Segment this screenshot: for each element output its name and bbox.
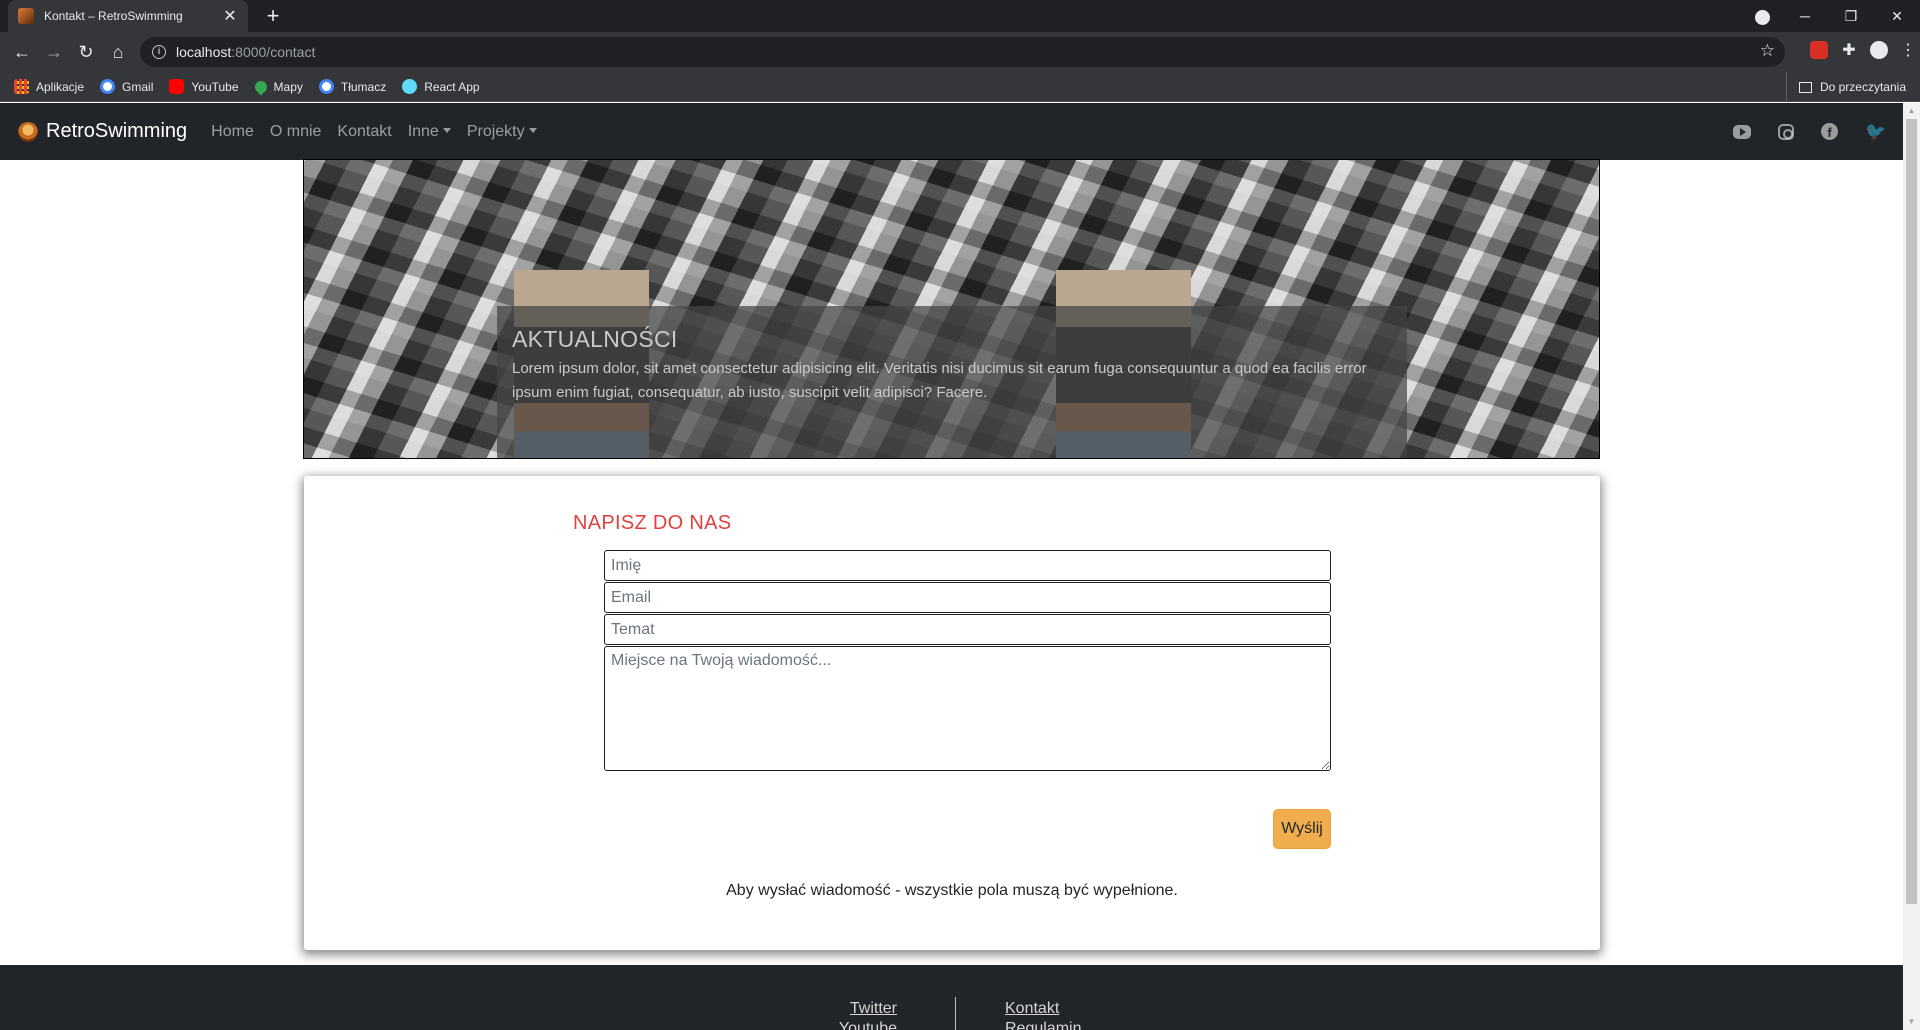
extension-icon[interactable]	[1810, 41, 1828, 59]
hero-caption: AKTUALNOŚCI Lorem ipsum dolor, sit amet …	[497, 306, 1407, 458]
home-icon[interactable]: ⌂	[106, 40, 130, 64]
browser-menu-icon[interactable]: ⋮	[1900, 40, 1916, 60]
bookmark-label: Gmail	[122, 79, 154, 94]
url-host: localhost	[176, 44, 232, 60]
hero-title: AKTUALNOŚCI	[512, 326, 678, 352]
minimize-button[interactable]: ─	[1782, 8, 1828, 24]
bookmark-react-app[interactable]: React App	[402, 79, 480, 94]
nav-dropdown-label: Projekty	[466, 122, 525, 140]
send-button[interactable]: Wyślij	[1273, 809, 1331, 849]
react-icon	[402, 79, 418, 94]
profile-avatar-icon[interactable]	[1870, 41, 1888, 59]
page-scrollbar[interactable]: ▲ ▼	[1903, 103, 1920, 1030]
youtube-icon[interactable]	[1733, 124, 1751, 139]
contact-title: NAPISZ DO NAS	[573, 512, 732, 534]
brand-logo-icon[interactable]	[18, 121, 38, 142]
email-input[interactable]	[604, 582, 1331, 613]
bookmark-youtube[interactable]: YouTube	[169, 79, 239, 94]
bookmark-star-icon[interactable]: ☆	[1760, 41, 1775, 61]
hero-text: Lorem ipsum dolor, sit amet consectetur …	[512, 360, 1367, 401]
footer-left-links: Twitter Youtube	[0, 999, 911, 1030]
footer-link-twitter[interactable]: Twitter	[0, 999, 897, 1019]
caret-down-icon	[528, 127, 537, 133]
footer-right-links: Kontakt Regulamin	[1005, 999, 1081, 1030]
page-viewport: RetroSwimming Home O mnie Kontakt Inne P…	[0, 103, 1903, 1030]
nav-dropdown-label: Inne	[407, 122, 439, 140]
facebook-icon[interactable]: f	[1821, 123, 1838, 140]
nav-link-kontakt[interactable]: Kontakt	[337, 123, 391, 141]
reading-list-label: Do przeczytania	[1819, 80, 1906, 94]
tab-search-icon[interactable]	[1742, 7, 1782, 25]
new-tab-button[interactable]: +	[260, 3, 286, 29]
name-input[interactable]	[604, 550, 1331, 581]
site-favicon-icon	[18, 8, 34, 24]
bookmark-gmail[interactable]: Gmail	[100, 79, 153, 94]
address-bar[interactable]: i localhost:8000/contact ☆	[140, 37, 1785, 67]
footer-divider	[955, 997, 956, 1030]
reading-list-button[interactable]: Do przeczytania	[1785, 72, 1906, 102]
close-tab-icon[interactable]: ✕	[222, 6, 238, 26]
bookmark-label: Mapy	[273, 79, 303, 94]
nav-link-home[interactable]: Home	[211, 123, 254, 141]
maps-icon	[252, 78, 270, 95]
bookmark-mapy[interactable]: Mapy	[252, 78, 303, 95]
site-footer: Twitter Youtube Kontakt Regulamin	[0, 965, 1903, 1030]
extensions-area: ✚ ⋮	[1810, 40, 1916, 60]
bookmark-label: YouTube	[191, 79, 239, 94]
subject-input[interactable]	[604, 614, 1331, 645]
extensions-puzzle-icon[interactable]: ✚	[1840, 40, 1858, 60]
reading-list-icon	[1798, 81, 1812, 93]
back-icon[interactable]: ←	[10, 40, 34, 64]
bookmark-tlumacz[interactable]: Tłumacz	[318, 79, 387, 94]
forward-icon[interactable]: →	[42, 40, 66, 64]
hero-banner: AKTUALNOŚCI Lorem ipsum dolor, sit amet …	[303, 159, 1600, 459]
social-links: f 🐦	[1733, 103, 1886, 160]
site-info-icon[interactable]: i	[152, 45, 166, 59]
site-navbar: RetroSwimming Home O mnie Kontakt Inne P…	[0, 103, 1903, 160]
apps-grid-icon	[14, 79, 29, 94]
google-icon	[318, 79, 334, 94]
scroll-up-arrow-icon[interactable]: ▲	[1903, 103, 1920, 119]
tab-title: Kontakt – RetroSwimming	[44, 9, 183, 23]
google-icon	[100, 79, 116, 94]
message-textarea[interactable]	[604, 646, 1331, 771]
instagram-icon[interactable]	[1778, 123, 1794, 140]
youtube-icon	[169, 79, 185, 94]
bookmark-aplikacje[interactable]: Aplikacje	[14, 79, 84, 94]
nav-dropdown-inne[interactable]: Inne	[408, 123, 451, 141]
close-window-button[interactable]: ✕	[1874, 8, 1920, 25]
reload-icon[interactable]: ↻	[74, 40, 98, 64]
bookmarks-bar: Aplikacje Gmail YouTube Mapy Tłumacz Rea…	[0, 72, 1920, 102]
browser-tab-bar: Kontakt – RetroSwimming ✕ + ─ ❐ ✕	[0, 0, 1920, 32]
scroll-down-arrow-icon[interactable]: ▼	[1903, 1014, 1920, 1030]
nav-dropdown-projekty[interactable]: Projekty	[467, 123, 537, 141]
restore-button[interactable]: ❐	[1828, 8, 1874, 25]
url-path: :8000/contact	[231, 44, 316, 60]
bookmark-label: React App	[424, 79, 480, 94]
twitter-icon[interactable]: 🐦	[1865, 122, 1886, 142]
caret-down-icon	[442, 127, 451, 133]
scroll-thumb[interactable]	[1906, 119, 1917, 904]
browser-toolbar: ← → ↻ ⌂ i localhost:8000/contact ☆ ✚ ⋮	[0, 32, 1920, 72]
bookmark-label: Tłumacz	[340, 79, 387, 94]
footer-link-kontakt[interactable]: Kontakt	[1005, 999, 1081, 1019]
footer-link-youtube[interactable]: Youtube	[0, 1019, 897, 1030]
contact-card: NAPISZ DO NAS Wyślij Aby wysłać wiadomoś…	[304, 476, 1600, 950]
brand-name[interactable]: RetroSwimming	[46, 120, 187, 143]
browser-tab[interactable]: Kontakt – RetroSwimming ✕	[8, 0, 248, 32]
bookmark-label: Aplikacje	[36, 79, 85, 94]
form-note: Aby wysłać wiadomość - wszystkie pola mu…	[726, 882, 1178, 899]
nav-link-o-mnie[interactable]: O mnie	[270, 123, 322, 141]
window-controls: ─ ❐ ✕	[1742, 0, 1920, 32]
footer-link-regulamin[interactable]: Regulamin	[1005, 1019, 1081, 1030]
